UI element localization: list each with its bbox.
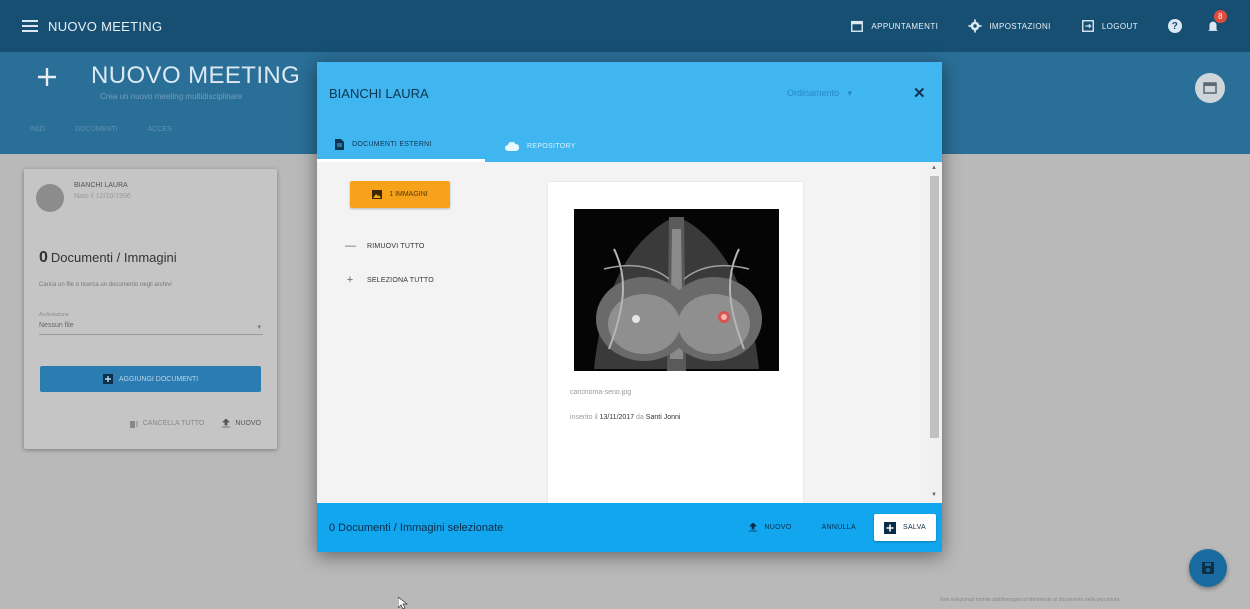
cancel-all-label: CANCELLA TUTTO <box>142 420 205 427</box>
logout-icon <box>1081 20 1094 32</box>
document-card[interactable]: carcinoma-seno.jpg inserito il 13/11/201… <box>548 182 803 503</box>
notifications-button[interactable]: 8 <box>1206 10 1227 33</box>
upload-hint: Carica un file o ricerca un documento ne… <box>39 282 172 288</box>
dialog-header: BIANCHI LAURA Ordinamento ▾ ✕ DOCUMENTI … <box>317 62 942 162</box>
images-filter-button[interactable]: 1 IMMAGINI <box>350 181 450 208</box>
plus-icon: + <box>346 274 354 286</box>
tab-repository[interactable]: REPOSITORY <box>505 130 576 162</box>
card-footer: CANCELLA TUTTO NUOVO <box>24 419 277 428</box>
select-all-option[interactable]: + SELEZIONA TUTTO <box>345 274 434 286</box>
xray-image <box>574 209 779 371</box>
cancel-label: ANNULLA <box>821 524 856 531</box>
avatar <box>36 184 64 212</box>
help-button[interactable]: ? <box>1168 19 1182 33</box>
dialog-body: 1 IMMAGINI — RIMUOVI TUTTO + SELEZIONA T… <box>317 162 942 503</box>
impostazioni-label: IMPOSTAZIONI <box>989 21 1051 31</box>
tab-inizi[interactable]: INIZI <box>30 126 45 133</box>
scrollbar-thumb[interactable] <box>930 176 939 438</box>
logout-button[interactable]: LOGOUT <box>1081 19 1138 33</box>
dialog-new-label: NUOVO <box>764 524 792 531</box>
archive-select[interactable]: Nessun file ▾ <box>39 322 263 335</box>
archive-select-label: Archiviazione <box>39 312 69 318</box>
help-icon: ? <box>1168 19 1182 33</box>
mouse-cursor-icon <box>398 597 408 609</box>
document-thumbnail[interactable] <box>574 209 779 371</box>
add-box-icon <box>883 521 896 534</box>
document-meta: inserito il 13/11/2017 da Santi Jonni <box>570 414 680 421</box>
minus-icon: — <box>345 240 357 252</box>
patient-name: BIANCHI LAURA <box>74 182 128 189</box>
card-new-button[interactable]: NUOVO <box>222 419 261 428</box>
add-box-icon <box>102 374 113 384</box>
cancel-button[interactable]: ANNULLA <box>822 524 856 531</box>
scroll-up-arrow[interactable]: ▲ <box>931 165 937 171</box>
image-icon <box>372 190 383 199</box>
document-filename: carcinoma-seno.jpg <box>570 389 632 396</box>
add-documents-button[interactable]: AGGIUNGI DOCUMENTI <box>40 366 261 392</box>
add-documents-label: AGGIUNGI DOCUMENTI <box>118 375 199 383</box>
tab-acces[interactable]: ACCES <box>148 126 172 133</box>
remove-all-label: RIMUOVI TUTTO <box>367 242 425 250</box>
document-inserted-prefix: inserito il <box>570 414 598 421</box>
patient-card: BIANCHI LAURA Nato il 12/10/1956 0 Docume… <box>24 169 277 449</box>
dialog-title: BIANCHI LAURA <box>329 86 429 101</box>
appuntamenti-button[interactable]: APPUNTAMENTI <box>850 19 938 33</box>
appuntamenti-label: APPUNTAMENTI <box>871 21 939 31</box>
menu-icon[interactable] <box>22 20 38 32</box>
scroll-down-arrow[interactable]: ▼ <box>931 492 937 498</box>
dialog-scrollbar[interactable]: ▲ ▼ <box>927 162 942 503</box>
tab-documenti-esterni-label: DOCUMENTI ESTERNI <box>352 141 432 148</box>
patient-birthdate: Nato il 12/10/1956 <box>74 193 131 200</box>
notification-badge: 8 <box>1214 10 1227 23</box>
window-icon <box>1203 82 1217 94</box>
page-subtitle: Crea un nuovo meeting multidisciplinare <box>100 92 243 101</box>
app-title: NUOVO MEETING <box>48 18 163 34</box>
add-icon <box>38 68 56 86</box>
calendar-icon <box>851 20 864 32</box>
sort-dropdown[interactable]: Ordinamento ▾ <box>787 88 852 99</box>
select-all-label: SELEZIONA TUTTO <box>367 276 434 284</box>
cancel-all-button[interactable]: CANCELLA TUTTO <box>129 420 205 428</box>
sort-label: Ordinamento <box>787 88 840 98</box>
documents-dialog: BIANCHI LAURA Ordinamento ▾ ✕ DOCUMENTI … <box>317 62 942 552</box>
tab-documenti[interactable]: DOCUMENTI <box>75 126 117 133</box>
documents-count-number: 0 <box>39 249 48 266</box>
close-icon[interactable]: ✕ <box>913 84 926 102</box>
chevron-down-icon: ▾ <box>257 324 261 331</box>
page-tabs: INIZI DOCUMENTI ACCES <box>30 126 172 133</box>
gear-icon <box>968 19 982 33</box>
documents-count: 0 Documenti / Immagini <box>39 249 177 267</box>
selected-count: 0 Documenti / Immagini selezionate <box>329 521 504 534</box>
documents-count-label: Documenti / Immagini <box>50 250 177 265</box>
dialog-new-button[interactable]: NUOVO <box>749 523 791 532</box>
tab-documenti-esterni[interactable]: DOCUMENTI ESTERNI <box>317 130 485 162</box>
cloud-icon <box>505 141 519 151</box>
top-app-bar: NUOVO MEETING APPUNTAMENTI IMPOSTAZIONI … <box>0 0 1250 52</box>
remove-all-option[interactable]: — RIMUOVI TUTTO <box>345 240 425 252</box>
save-button[interactable]: SALVA <box>873 514 936 541</box>
save-label: SALVA <box>902 524 926 531</box>
impostazioni-button[interactable]: IMPOSTAZIONI <box>968 19 1051 33</box>
header-fab-button[interactable] <box>1195 73 1225 103</box>
document-author: Santi Jonni <box>645 414 681 421</box>
dialog-footer: 0 Documenti / Immagini selezionate NUOVO… <box>317 503 942 552</box>
save-icon <box>1202 562 1214 574</box>
delete-sweep-icon <box>129 420 138 428</box>
upload-icon <box>749 523 758 532</box>
footer-note: Non selezionati tramite dati/immagini al… <box>940 597 1120 603</box>
upload-icon <box>222 419 231 428</box>
page-title: NUOVO MEETING <box>91 62 301 89</box>
document-inserted-date: 13/11/2017 <box>599 414 635 421</box>
tab-repository-label: REPOSITORY <box>527 142 576 150</box>
archive-select-value: Nessun file <box>39 322 74 329</box>
save-fab-button[interactable] <box>1189 549 1227 587</box>
chevron-down-icon: ▾ <box>847 88 853 98</box>
images-filter-label: 1 IMMAGINI <box>389 191 428 198</box>
document-by-prefix: da <box>636 414 644 421</box>
appbar-actions: APPUNTAMENTI IMPOSTAZIONI LOGOUT ? 8 <box>850 0 1250 52</box>
logout-label: LOGOUT <box>1101 21 1138 31</box>
document-icon <box>335 139 344 150</box>
card-new-label: NUOVO <box>235 420 261 427</box>
